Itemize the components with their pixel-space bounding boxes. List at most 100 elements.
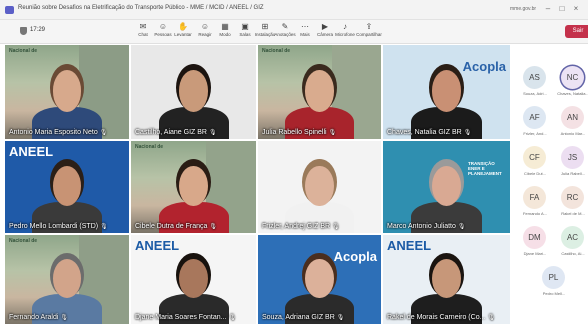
participant-name-label: Cibele Dutra de França 🎙 <box>135 223 252 230</box>
participant-name: Souza, Adriana GIZ BR <box>262 314 335 321</box>
participant-face <box>305 259 334 299</box>
minimize-icon[interactable]: – <box>542 3 554 15</box>
background-logo-text: Acopla <box>462 59 506 74</box>
participant-avatar[interactable]: AF <box>523 106 546 129</box>
microphone-muted-icon: 🎙 <box>463 130 472 136</box>
avatar-name: Fernando A... <box>522 211 547 216</box>
video-tile[interactable]: Nacional de Julia Rabello Spinelli 🎙 <box>258 45 381 139</box>
avatar-name: Pedro Mell... <box>542 291 566 296</box>
participant-avatar[interactable]: PL <box>542 266 565 289</box>
background-logo-text: Nacional de <box>9 48 38 54</box>
microfone-button[interactable]: ♪ Microfone <box>332 22 358 42</box>
meeting-timer: 17:29 <box>30 27 46 33</box>
participant-name: Fernando Araldi <box>9 314 59 321</box>
participant-face <box>431 259 462 299</box>
avatar-name: Chaves, Natalia... <box>557 91 588 96</box>
participant-avatar[interactable]: RC <box>561 186 584 209</box>
participant-avatar[interactable]: JS <box>561 146 584 169</box>
microphone-muted-icon: 🎙 <box>60 315 69 321</box>
video-tile[interactable]: ANEEL Rakel de Morais Carneiro (Co... 🎙 <box>383 235 510 324</box>
microphone-muted-icon: 🎙 <box>209 224 217 230</box>
participant-face <box>179 259 208 299</box>
avatar-name: Antonio Mar... <box>560 131 586 136</box>
microphone-muted-icon: 🎙 <box>208 130 217 136</box>
video-tile[interactable]: Nacional de Cibele Dutra de França 🎙 <box>131 141 256 233</box>
window-title: Reunião sobre Desafios na Eletrificação … <box>18 5 264 11</box>
microphone-muted-icon: 🎙 <box>228 315 237 321</box>
participant-avatar[interactable]: AC <box>561 226 584 249</box>
participant-name: Pedro Mello Lombardi (STD) <box>9 223 99 230</box>
share-icon: ⇪ <box>365 22 373 31</box>
microphone-icon: ♪ <box>343 22 347 31</box>
participant-name-label: Castilho, Aiane GIZ BR 🎙 <box>135 129 252 136</box>
microphone-muted-icon: 🎙 <box>328 130 337 136</box>
participant-name-label: Antonio Maria Esposito Neto 🎙 <box>9 129 125 136</box>
participant-name: Antonio Maria Esposito Neto <box>9 129 98 136</box>
background-logo-text: Nacional de <box>135 144 164 150</box>
video-tile[interactable]: Acopla Chaves, Natalia GIZ BR 🎙 <box>383 45 510 139</box>
avatar-name: Rakel de M... <box>561 211 585 216</box>
avatar-name: Souza, Adri... <box>523 91 547 96</box>
participant-avatar[interactable]: NC <box>561 66 584 89</box>
participant-name: Castilho, Aiane GIZ BR <box>135 129 207 136</box>
video-tile[interactable]: Frizler, Andrej GIZ BR 🎙 <box>258 141 381 233</box>
participant-name: Rakel de Morais Carneiro (Co... <box>387 314 486 321</box>
participant-name-label: Marco Antonio Juliatto 🎙 <box>387 223 506 230</box>
video-tile[interactable]: Castilho, Aiane GIZ BR 🎙 <box>131 45 256 139</box>
video-gallery: Nacional de Antonio Maria Esposito Neto 🎙 C… <box>0 44 510 324</box>
compartilhar-button[interactable]: ⇪ Compartilhar <box>356 22 382 42</box>
avatar-name: Julia Rabell... <box>560 171 585 176</box>
participant-name-label: Pedro Mello Lombardi (STD) 🎙 <box>9 223 125 230</box>
window-titlebar: Reunião sobre Desafios na Eletrificação … <box>0 0 588 20</box>
participant-name-label: Frizler, Andrej GIZ BR 🎙 <box>262 223 377 230</box>
video-tile[interactable]: Acopla Souza, Adriana GIZ BR 🎙 <box>258 235 381 324</box>
video-tile[interactable]: TRANSIÇÃO ENER E PLANEJAMENT Marco Antoni… <box>383 141 510 233</box>
participant-name: Cibele Dutra de França <box>135 223 208 230</box>
participant-name-label: Rakel de Morais Carneiro (Co... 🎙 <box>387 314 506 321</box>
participant-roster: AS Souza, Adri... NC Chaves, Natalia... AF Fr… <box>510 44 588 324</box>
participant-name: Marco Antonio Juliatto <box>387 223 456 230</box>
background-logo-text: Nacional de <box>9 238 38 244</box>
participant-name-label: Julia Rabello Spinelli 🎙 <box>262 129 377 136</box>
avatar-name: Frizler, And... <box>523 131 547 136</box>
microphone-muted-icon: 🎙 <box>457 224 466 230</box>
toolbar-button-label: Microfone <box>335 32 355 37</box>
background-logo-text: ANEEL <box>387 238 432 253</box>
participant-face <box>305 70 334 112</box>
participant-name: Frizler, Andrej GIZ BR <box>262 223 331 230</box>
microphone-muted-icon: 🎙 <box>100 224 108 230</box>
participant-avatar[interactable]: CF <box>523 146 546 169</box>
video-tile[interactable]: Nacional de Antonio Maria Esposito Neto 🎙 <box>5 45 129 139</box>
participant-face <box>52 70 82 112</box>
maximize-icon[interactable]: □ <box>556 3 568 15</box>
participant-name-label: Fernando Araldi 🎙 <box>9 314 125 321</box>
microphone-muted-icon: 🎙 <box>332 224 340 230</box>
background-logo-text: TRANSIÇÃO ENER E PLANEJAMENT <box>468 161 502 176</box>
participant-name: Djane Maria Soares Fontan... <box>135 314 227 321</box>
video-tile[interactable]: ANEEL Djane Maria Soares Fontan... 🎙 <box>131 235 256 324</box>
participant-face <box>431 165 462 207</box>
participant-face <box>305 165 334 207</box>
participant-name: Chaves, Natalia GIZ BR <box>387 129 462 136</box>
teams-logo-icon <box>5 6 14 14</box>
participant-name-label: Djane Maria Soares Fontan... 🎙 <box>135 314 252 321</box>
participant-avatar[interactable]: AS <box>523 66 546 89</box>
microphone-muted-icon: 🎙 <box>99 130 108 136</box>
participant-avatar[interactable]: DM <box>523 226 546 249</box>
avatar-name: Cibele Dut... <box>523 171 546 176</box>
video-tile[interactable]: ANEEL Pedro Mello Lombardi (STD) 🎙 <box>5 141 129 233</box>
video-tile[interactable]: Nacional de Fernando Araldi 🎙 <box>5 235 129 324</box>
participant-face <box>179 165 208 207</box>
participant-avatar[interactable]: FA <box>523 186 546 209</box>
leave-button[interactable]: Sair <box>565 25 588 38</box>
participant-avatar[interactable]: AN <box>561 106 584 129</box>
shield-icon <box>20 27 27 35</box>
window-domain: mme.gov.br <box>510 6 537 12</box>
background-logo-text: ANEEL <box>9 144 54 159</box>
background-logo-text: Acopla <box>333 249 377 264</box>
participant-face <box>179 70 208 112</box>
participant-name: Julia Rabello Spinelli <box>262 129 327 136</box>
close-icon[interactable]: × <box>570 3 582 15</box>
microphone-muted-icon: 🎙 <box>487 315 496 321</box>
meeting-toolbar: 17:29 ✉ Chat ☺ Pessoas ✋ Levantar ☺ Reagir ▦ Modo… <box>0 20 588 44</box>
